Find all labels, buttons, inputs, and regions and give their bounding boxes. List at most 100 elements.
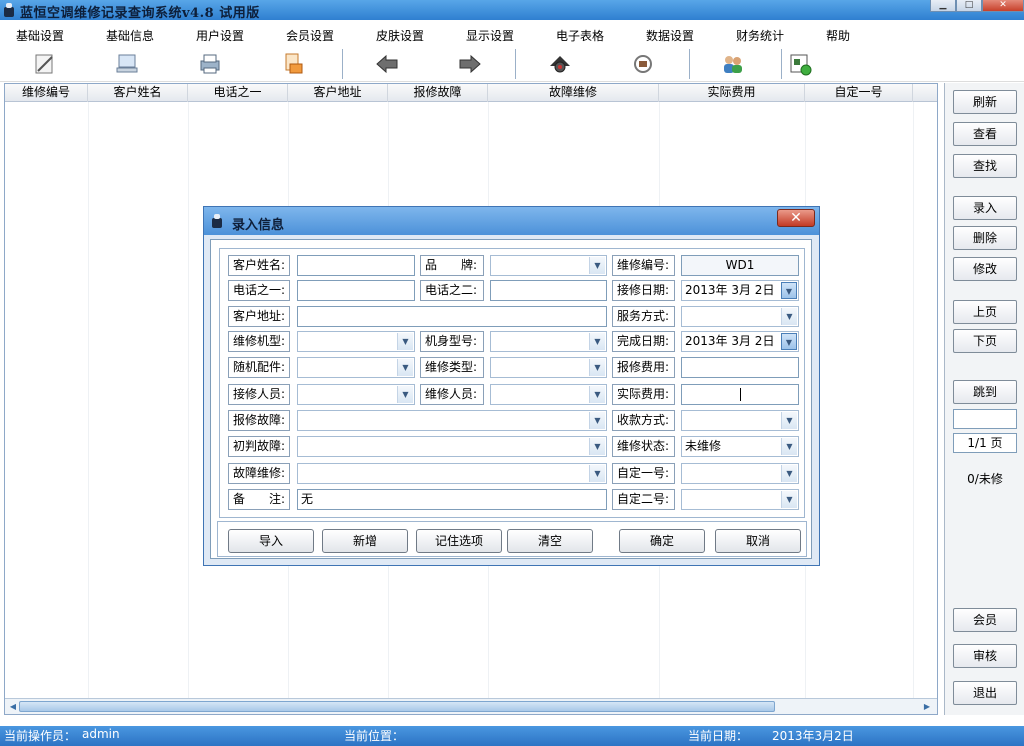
technician-select[interactable]: ▼ xyxy=(490,384,607,405)
edit-record-icon[interactable] xyxy=(30,50,60,78)
cancel-button[interactable]: 取消 xyxy=(715,529,801,553)
export-icon[interactable] xyxy=(278,50,308,78)
chevron-down-icon[interactable]: ▼ xyxy=(397,333,413,350)
payment-mode-select[interactable]: ▼ xyxy=(681,410,799,431)
remark-field[interactable]: 无 xyxy=(297,489,607,510)
menu-display-settings[interactable]: 显示设置 xyxy=(466,27,514,44)
chevron-down-icon[interactable]: ▼ xyxy=(589,333,605,350)
prev-page-button[interactable]: 上页 xyxy=(953,300,1017,324)
chevron-down-icon[interactable]: ▼ xyxy=(589,412,605,429)
initial-fault-select[interactable]: ▼ xyxy=(297,436,607,457)
chevron-down-icon[interactable]: ▼ xyxy=(589,438,605,455)
back-arrow-icon[interactable] xyxy=(372,50,402,78)
scroll-right-icon[interactable]: ▶ xyxy=(921,701,933,712)
column-header[interactable]: 实际费用 xyxy=(659,84,805,102)
horizontal-scrollbar[interactable]: ◀ ▶ xyxy=(5,698,937,714)
quoted-fee-field[interactable] xyxy=(681,357,799,378)
receive-date-picker[interactable]: 2013年 3月 2日 ▼ xyxy=(681,280,799,301)
users-icon[interactable] xyxy=(718,50,748,78)
calendar-dropdown-icon[interactable]: ▼ xyxy=(781,282,797,299)
repair-type-select[interactable]: ▼ xyxy=(490,357,607,378)
import-button[interactable]: 导入 xyxy=(228,529,314,553)
machine-type-select[interactable]: ▼ xyxy=(297,331,415,352)
menu-basic-settings[interactable]: 基础设置 xyxy=(16,27,64,44)
actual-fee-field[interactable] xyxy=(681,384,799,405)
menu-finance-stats[interactable]: 财务统计 xyxy=(736,27,784,44)
service-mode-select[interactable]: ▼ xyxy=(681,306,799,327)
close-button[interactable]: ✕ xyxy=(982,0,1024,12)
printer-icon[interactable] xyxy=(195,50,225,78)
body-model-select[interactable]: ▼ xyxy=(490,331,607,352)
custom1-select[interactable]: ▼ xyxy=(681,463,799,484)
dialog-close-button[interactable]: ✕ xyxy=(777,209,815,227)
chevron-down-icon[interactable]: ▼ xyxy=(589,359,605,376)
column-header[interactable]: 自定一号 xyxy=(805,84,913,102)
jump-button[interactable]: 跳到 xyxy=(953,380,1017,404)
menu-basic-info[interactable]: 基础信息 xyxy=(106,27,154,44)
chevron-down-icon[interactable]: ▼ xyxy=(589,257,605,274)
accessories-select[interactable]: ▼ xyxy=(297,357,415,378)
menu-data-settings[interactable]: 数据设置 xyxy=(646,27,694,44)
brand-select[interactable]: ▼ xyxy=(490,255,607,276)
delete-button[interactable]: 删除 xyxy=(953,226,1017,250)
add-record-button[interactable]: 录入 xyxy=(953,196,1017,220)
fault-repair-select[interactable]: ▼ xyxy=(297,463,607,484)
menu-help[interactable]: 帮助 xyxy=(826,27,850,44)
clear-button[interactable]: 清空 xyxy=(507,529,593,553)
menu-user-settings[interactable]: 用户设置 xyxy=(196,27,244,44)
chevron-down-icon[interactable]: ▼ xyxy=(397,386,413,403)
next-page-button[interactable]: 下页 xyxy=(953,329,1017,353)
finish-date-picker[interactable]: 2013年 3月 2日 ▼ xyxy=(681,331,799,352)
menu-member-settings[interactable]: 会员设置 xyxy=(286,27,334,44)
audit-button[interactable]: 审核 xyxy=(953,644,1017,668)
technician-label: 维修人员: xyxy=(420,384,484,405)
chevron-down-icon[interactable]: ▼ xyxy=(397,359,413,376)
forward-arrow-icon[interactable] xyxy=(455,50,485,78)
member-button[interactable]: 会员 xyxy=(953,608,1017,632)
customer-name-field[interactable] xyxy=(297,255,415,276)
remember-options-button[interactable]: 记住选项 xyxy=(416,529,502,553)
chevron-down-icon[interactable]: ▼ xyxy=(589,386,605,403)
calendar-dropdown-icon[interactable]: ▼ xyxy=(781,333,797,350)
chevron-down-icon[interactable]: ▼ xyxy=(781,438,797,455)
dialog-title-bar[interactable]: 录入信息 ✕ xyxy=(204,207,819,235)
exit-button[interactable]: 退出 xyxy=(953,681,1017,705)
custom2-select[interactable]: ▼ xyxy=(681,489,799,510)
jump-page-input[interactable] xyxy=(953,409,1017,429)
repair-status-select[interactable]: 未维修 ▼ xyxy=(681,436,799,457)
menu-spreadsheet[interactable]: 电子表格 xyxy=(556,27,604,44)
exit-icon[interactable] xyxy=(786,50,816,78)
chevron-down-icon[interactable]: ▼ xyxy=(781,412,797,429)
computer-icon[interactable] xyxy=(112,50,142,78)
chevron-down-icon[interactable]: ▼ xyxy=(781,308,797,325)
receiver-select[interactable]: ▼ xyxy=(297,384,415,405)
refresh-button[interactable]: 刷新 xyxy=(953,90,1017,114)
add-new-button[interactable]: 新增 xyxy=(322,529,408,553)
minimize-button[interactable]: ▁ xyxy=(930,0,956,12)
column-header[interactable]: 客户地址 xyxy=(288,84,388,102)
phone2-label: 电话之二: xyxy=(420,280,484,301)
service-icon[interactable] xyxy=(628,50,658,78)
view-button[interactable]: 查看 xyxy=(953,122,1017,146)
scroll-thumb[interactable] xyxy=(19,701,775,712)
menu-skin-settings[interactable]: 皮肤设置 xyxy=(376,27,424,44)
scroll-left-icon[interactable]: ◀ xyxy=(7,701,19,712)
column-header[interactable]: 电话之一 xyxy=(188,84,288,102)
find-button[interactable]: 查找 xyxy=(953,154,1017,178)
chevron-down-icon[interactable]: ▼ xyxy=(781,491,797,508)
reported-fault-select[interactable]: ▼ xyxy=(297,410,607,431)
phone1-field[interactable] xyxy=(297,280,415,301)
phone2-field[interactable] xyxy=(490,280,607,301)
chevron-down-icon[interactable]: ▼ xyxy=(781,465,797,482)
column-header[interactable]: 维修编号 xyxy=(5,84,88,102)
ok-button[interactable]: 确定 xyxy=(619,529,705,553)
column-header[interactable]: 客户姓名 xyxy=(88,84,188,102)
column-header[interactable]: 报修故障 xyxy=(388,84,488,102)
column-header[interactable]: 故障维修 xyxy=(488,84,659,102)
maximize-button[interactable]: □ xyxy=(956,0,982,12)
address-field[interactable] xyxy=(297,306,607,327)
chevron-down-icon[interactable]: ▼ xyxy=(589,465,605,482)
edit-button[interactable]: 修改 xyxy=(953,257,1017,281)
find-icon[interactable] xyxy=(545,50,575,78)
repair-status-value: 未维修 xyxy=(685,439,722,453)
